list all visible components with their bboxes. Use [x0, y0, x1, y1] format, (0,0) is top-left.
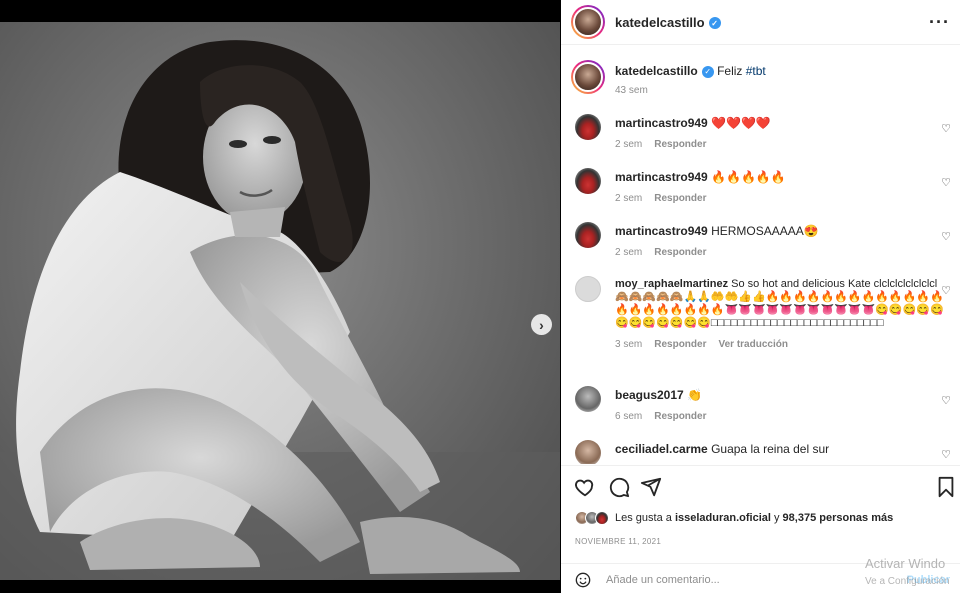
- heart-icon[interactable]: ♡: [941, 176, 951, 189]
- likes-middle: y: [770, 512, 783, 524]
- next-image-button[interactable]: ›: [531, 314, 552, 335]
- liker-avatar: [595, 511, 609, 525]
- comments-list: katedelcastillo ✓ Feliz #tbt 43 sem marti…: [561, 46, 960, 464]
- comment-time: 3 sem: [615, 339, 643, 350]
- emoji-icon[interactable]: [575, 572, 591, 588]
- caption-username[interactable]: katedelcastillo: [615, 64, 698, 78]
- caption-body: Feliz: [717, 64, 746, 78]
- caption-time: 43 sem: [615, 85, 648, 96]
- caption-avatar[interactable]: [571, 60, 605, 94]
- heart-icon[interactable]: ♡: [941, 394, 951, 407]
- comment-username[interactable]: moy_raphaelmartinez: [615, 278, 728, 290]
- post-actions: [561, 465, 960, 510]
- reply-button[interactable]: Responder: [654, 193, 706, 204]
- likes-count[interactable]: 98,375 personas más: [783, 512, 894, 524]
- comment-text: Guapa la reina del sur: [711, 442, 830, 456]
- comment-text: 👏: [687, 388, 703, 402]
- author-avatar[interactable]: [571, 5, 605, 39]
- heart-icon[interactable]: ♡: [941, 122, 951, 135]
- heart-icon[interactable]: ♡: [941, 448, 951, 461]
- comment-time: 2 sem: [615, 139, 643, 150]
- caption-hashtag[interactable]: #tbt: [746, 64, 766, 78]
- post-sidebar: katedelcastillo ✓ ··· katedelcastillo ✓ Fe…: [561, 0, 960, 593]
- comment-text: 🔥🔥🔥🔥🔥: [711, 170, 786, 184]
- comment-username[interactable]: beagus2017: [615, 388, 684, 402]
- commenter-avatar[interactable]: [575, 386, 601, 412]
- comment-text: ❤️❤️❤️❤️: [711, 116, 771, 130]
- verified-badge-icon: ✓: [701, 65, 714, 78]
- likes-prefix: Les gusta a: [615, 512, 675, 524]
- heart-icon[interactable]: ♡: [941, 230, 951, 243]
- commenter-avatar[interactable]: [575, 222, 601, 248]
- portrait-illustration: [0, 40, 560, 580]
- author-username[interactable]: katedelcastillo ✓: [615, 15, 721, 30]
- reply-button[interactable]: Responder: [654, 139, 706, 150]
- windows-activation-watermark: Activar Windo Ve a Configuración: [865, 555, 950, 591]
- post-header: katedelcastillo ✓ ···: [561, 0, 960, 45]
- caption-text: katedelcastillo ✓ Feliz #tbt: [615, 64, 935, 78]
- post-date: NOVIEMBRE 11, 2021: [575, 537, 662, 546]
- heart-icon[interactable]: [574, 476, 596, 498]
- chevron-right-icon: ›: [539, 316, 544, 333]
- reply-button[interactable]: Responder: [654, 339, 706, 350]
- reply-button[interactable]: Responder: [654, 247, 706, 258]
- comment-username[interactable]: martincastro949: [615, 116, 708, 130]
- watermark-line1: Activar Windo: [865, 556, 946, 571]
- comment-username[interactable]: ceciliadel.carme: [615, 442, 708, 456]
- comment-username[interactable]: martincastro949: [615, 170, 708, 184]
- commenter-avatar[interactable]: [575, 114, 601, 140]
- comment-username[interactable]: martincastro949: [615, 224, 708, 238]
- likes-summary[interactable]: Les gusta a isseladuran.oficial y 98,375…: [575, 511, 893, 525]
- comment-time: 2 sem: [615, 193, 643, 204]
- reply-button[interactable]: Responder: [654, 411, 706, 422]
- bookmark-icon[interactable]: [936, 476, 956, 498]
- translate-button[interactable]: Ver traducción: [718, 339, 787, 350]
- comment-icon[interactable]: [608, 476, 630, 498]
- likes-username[interactable]: isseladuran.oficial: [675, 512, 771, 524]
- commenter-avatar[interactable]: [575, 168, 601, 194]
- comment-input[interactable]: Añade un comentario...: [606, 574, 720, 586]
- heart-icon[interactable]: ♡: [941, 284, 951, 297]
- verified-badge-icon: ✓: [708, 17, 721, 30]
- comment-time: 2 sem: [615, 247, 643, 258]
- commenter-avatar[interactable]: [575, 276, 601, 302]
- ellipsis-icon[interactable]: ···: [929, 12, 950, 33]
- comment-time: 6 sem: [615, 411, 643, 422]
- share-icon[interactable]: [640, 476, 662, 498]
- watermark-line2: Ve a Configuración: [865, 576, 950, 587]
- comment-text: HERMOSAAAAA😍: [711, 224, 819, 238]
- post-image[interactable]: ›: [0, 22, 560, 580]
- commenter-avatar[interactable]: [575, 440, 601, 464]
